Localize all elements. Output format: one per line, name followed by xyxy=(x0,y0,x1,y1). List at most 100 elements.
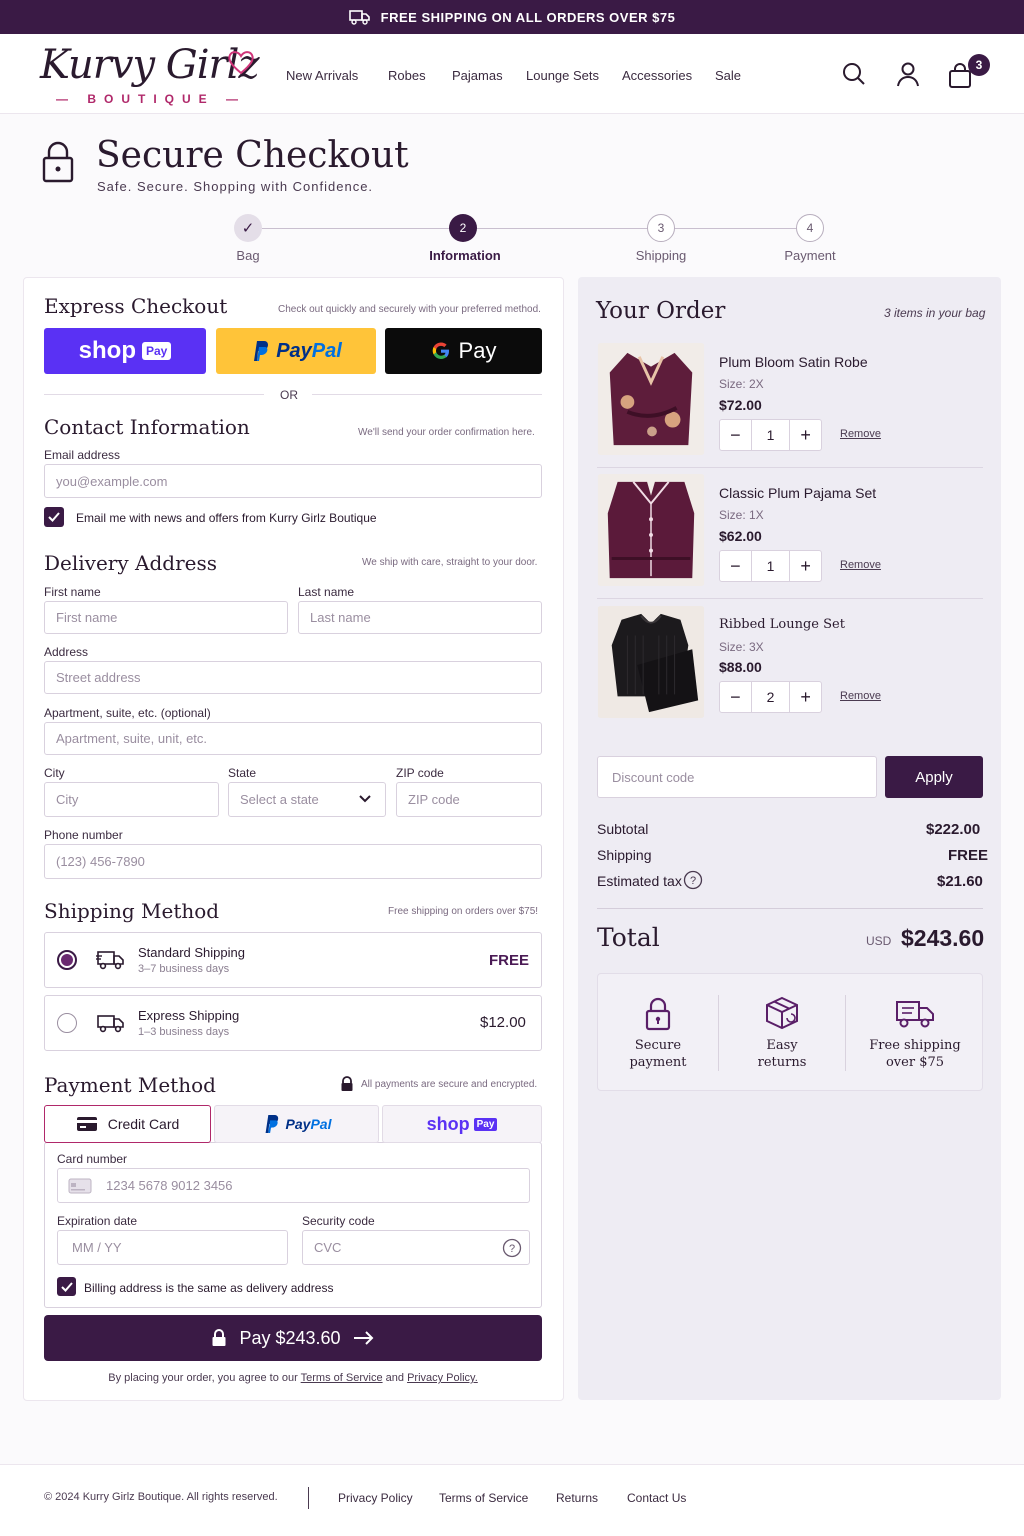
decrease-button[interactable]: − xyxy=(720,420,752,450)
shop-pay-button[interactable]: shop Pay xyxy=(44,328,206,374)
remove-link[interactable]: Remove xyxy=(840,559,881,571)
standard-shipping-name: Standard Shipping xyxy=(138,945,245,960)
item-price: $62.00 xyxy=(719,528,762,544)
footer-terms-of-service[interactable]: Terms of Service xyxy=(439,1491,528,1505)
padlock-icon xyxy=(645,997,671,1031)
step-payment: 4 xyxy=(796,214,824,242)
item-size: Size: 3X xyxy=(719,640,764,654)
or-divider-text: OR xyxy=(280,388,298,402)
lounge-set-image[interactable] xyxy=(597,606,705,718)
nav-lounge-sets[interactable]: Lounge Sets xyxy=(526,68,599,83)
discount-code-field[interactable]: Discount code xyxy=(597,756,877,798)
email-field[interactable]: you@example.com xyxy=(44,464,542,498)
item-name: Plum Bloom Satin Robe xyxy=(719,354,868,370)
apply-discount-button[interactable]: Apply xyxy=(885,756,983,798)
item-name: Ribbed Lounge Set xyxy=(719,617,845,632)
tab-shop-wordmark: shop xyxy=(426,1113,470,1134)
expiration-field[interactable]: MM / YY xyxy=(57,1230,288,1265)
cart-count-badge: 3 xyxy=(968,54,990,76)
state-label: State xyxy=(228,766,257,780)
search-icon[interactable] xyxy=(840,60,868,88)
quantity-value[interactable]: 1 xyxy=(752,420,790,450)
pay-button[interactable]: Pay $243.60 xyxy=(44,1315,542,1361)
svg-text:?: ? xyxy=(509,1243,515,1255)
copyright: © 2024 Kurry Girlz Boutique. All rights … xyxy=(44,1491,278,1503)
quantity-value[interactable]: 2 xyxy=(752,682,790,712)
nav-sale[interactable]: Sale xyxy=(715,68,741,83)
terms-and: and xyxy=(385,1372,404,1384)
decrease-button[interactable]: − xyxy=(720,551,752,581)
billing-same-checkbox[interactable] xyxy=(57,1277,76,1296)
account-icon[interactable] xyxy=(894,60,922,88)
pay-button-label: Pay $243.60 xyxy=(239,1327,341,1348)
shipping-truck-icon xyxy=(896,1001,934,1028)
banner-text: FREE SHIPPING ON ALL ORDERS OVER $75 xyxy=(380,9,676,25)
shop-pay-tag: Pay xyxy=(141,342,172,360)
decrease-button[interactable]: − xyxy=(720,682,752,712)
order-title: Your Order xyxy=(596,298,726,324)
last-name-field[interactable]: Last name xyxy=(298,601,542,634)
tab-shop-pay-tag: Pay xyxy=(473,1117,498,1131)
nav-new-arrivals[interactable]: New Arrivals xyxy=(286,68,358,83)
or-divider-right xyxy=(312,394,542,395)
divider xyxy=(845,995,846,1071)
address-field[interactable]: Street address xyxy=(44,661,542,694)
quantity-stepper: − 2 + xyxy=(719,681,822,713)
subtotal-label: Subtotal xyxy=(597,821,649,837)
tax-label: Estimated tax xyxy=(597,873,682,889)
nav-accessories[interactable]: Accessories xyxy=(622,68,692,83)
phone-field[interactable]: (123) 456-7890 xyxy=(44,844,542,879)
google-pay-button[interactable]: Pay xyxy=(385,328,542,374)
nav-robes[interactable]: Robes xyxy=(388,68,426,83)
zip-field[interactable]: ZIP code xyxy=(396,782,542,817)
help-icon[interactable]: ? xyxy=(502,1238,522,1258)
footer-privacy-policy[interactable]: Privacy Policy xyxy=(338,1491,413,1505)
express-shipping-radio[interactable] xyxy=(57,1013,77,1033)
address-label: Address xyxy=(44,645,89,659)
terms-link[interactable]: Terms of Service xyxy=(301,1372,383,1384)
trust-easy-returns: Easy returns xyxy=(732,1037,832,1071)
card-number-label: Card number xyxy=(57,1152,128,1166)
footer-contact-us[interactable]: Contact Us xyxy=(627,1491,686,1505)
increase-button[interactable]: + xyxy=(789,420,821,450)
quantity-value[interactable]: 1 xyxy=(752,551,790,581)
privacy-link[interactable]: Privacy Policy. xyxy=(407,1372,478,1384)
help-icon[interactable]: ? xyxy=(683,870,703,890)
first-name-field[interactable]: First name xyxy=(44,601,288,634)
card-number-field[interactable]: 1234 5678 9012 3456 xyxy=(57,1168,530,1203)
increase-button[interactable]: + xyxy=(789,682,821,712)
footer-returns[interactable]: Returns xyxy=(556,1491,598,1505)
total-value: $243.60 xyxy=(901,925,985,951)
paypal-icon xyxy=(265,1115,278,1133)
security-code-field[interactable]: CVC xyxy=(302,1230,530,1265)
shipping-banner: FREE SHIPPING ON ALL ORDERS OVER $75 xyxy=(0,0,1024,34)
apartment-field[interactable]: Apartment, suite, unit, etc. xyxy=(44,722,542,755)
tab-paypal[interactable]: PayPal xyxy=(214,1105,379,1143)
standard-shipping-days: 3–7 business days xyxy=(138,963,230,975)
paypal-button[interactable]: PayPal xyxy=(216,328,376,374)
tab-shop-pay[interactable]: shop Pay xyxy=(382,1105,542,1143)
check-icon xyxy=(60,1281,73,1292)
standard-shipping-radio[interactable] xyxy=(57,950,77,970)
increase-button[interactable]: + xyxy=(789,551,821,581)
city-field[interactable]: City xyxy=(44,782,219,817)
step-bag-done[interactable]: ✓ xyxy=(234,214,262,242)
tab-credit-card[interactable]: Credit Card xyxy=(44,1105,211,1143)
item-price: $88.00 xyxy=(719,659,762,675)
lock-icon xyxy=(42,141,74,183)
city-label: City xyxy=(44,766,65,780)
step-information-label: Information xyxy=(429,248,501,263)
remove-link[interactable]: Remove xyxy=(840,690,881,702)
standard-shipping-price: FREE xyxy=(489,952,530,969)
express-shipping-days: 1–3 business days xyxy=(138,1026,230,1038)
step-shipping: 3 xyxy=(647,214,675,242)
terms-prefix: By placing your order, you agree to our xyxy=(108,1372,298,1384)
trust-line: payment xyxy=(629,1055,687,1070)
newsletter-checkbox[interactable] xyxy=(44,507,64,527)
pajama-set-image[interactable] xyxy=(597,474,705,586)
plum-robe-image[interactable] xyxy=(597,343,705,455)
remove-link[interactable]: Remove xyxy=(840,428,881,440)
step-payment-label: Payment xyxy=(784,248,836,263)
nav-pajamas[interactable]: Pajamas xyxy=(452,68,503,83)
item-name: Classic Plum Pajama Set xyxy=(719,485,877,501)
